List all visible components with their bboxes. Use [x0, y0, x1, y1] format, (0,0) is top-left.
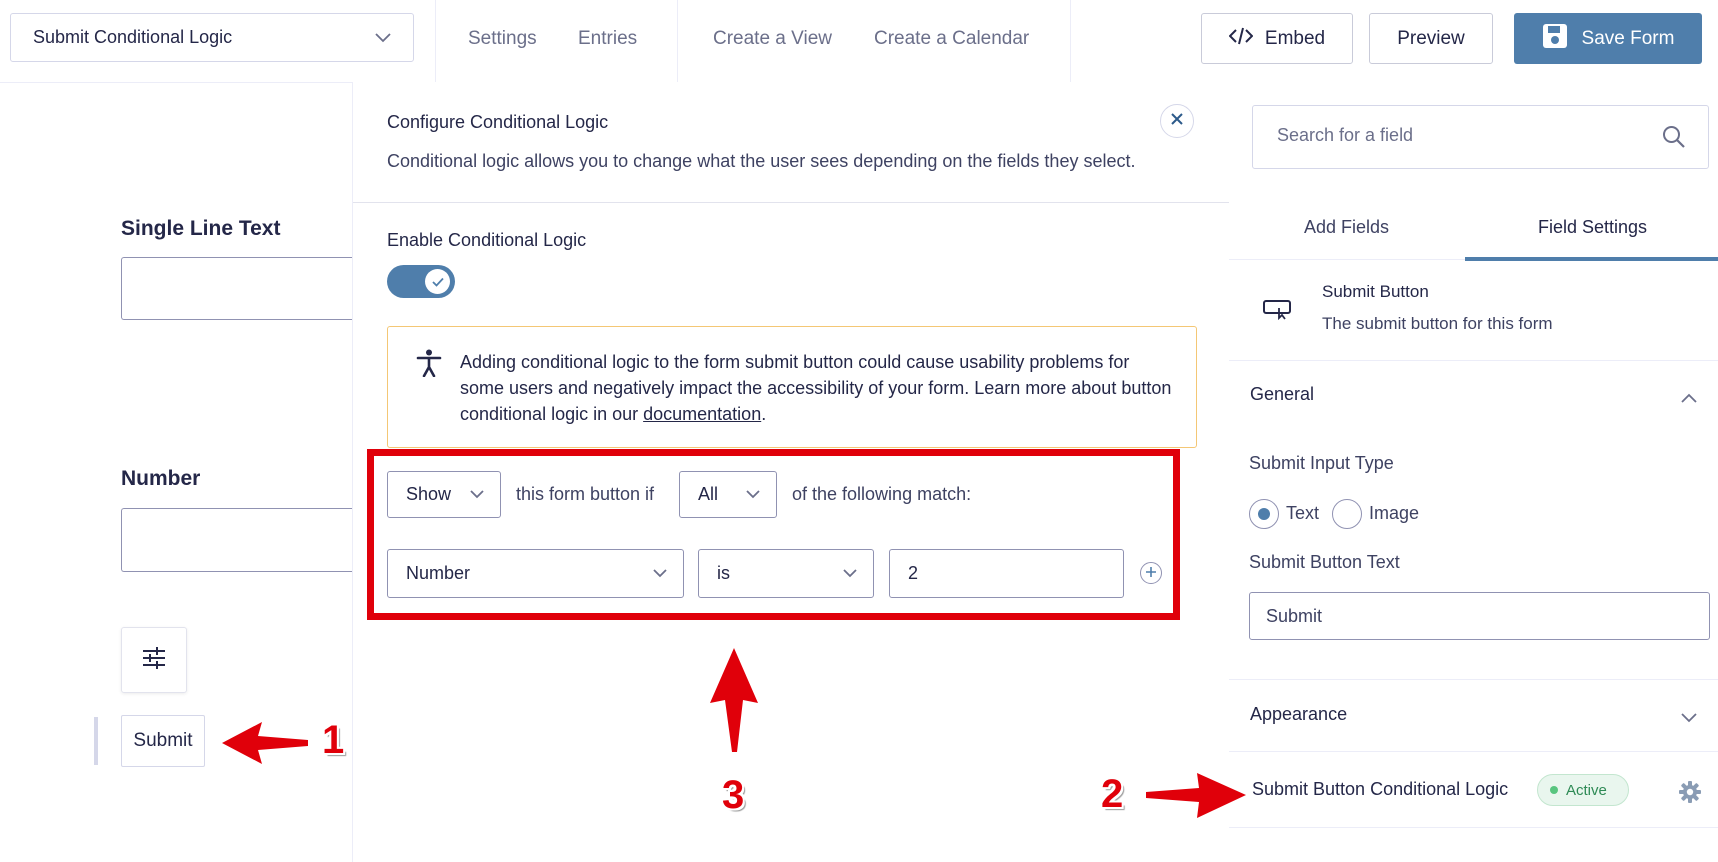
appearance-label: Appearance [1250, 704, 1348, 724]
number-input[interactable] [121, 508, 371, 572]
field-sidebar: Search for a field Add Fields Field Sett… [1229, 82, 1718, 862]
embed-button[interactable]: Embed [1201, 13, 1353, 64]
divider [677, 0, 678, 82]
divider [1229, 827, 1718, 828]
search-field[interactable]: Search for a field [1252, 105, 1709, 169]
radio-image[interactable] [1332, 499, 1362, 529]
enable-toggle[interactable] [387, 265, 455, 298]
search-icon [1662, 125, 1686, 154]
save-form-button[interactable]: Save Form [1514, 13, 1702, 64]
active-badge: Active [1537, 774, 1629, 806]
tab-add-fields[interactable]: Add Fields [1304, 217, 1389, 238]
chevron-up-icon [1681, 390, 1697, 408]
top-bar: Submit Conditional Logic Settings Entrie… [0, 0, 1718, 83]
close-icon [1171, 112, 1183, 130]
radio-dot [1258, 508, 1270, 520]
nav-create-calendar[interactable]: Create a Calendar [874, 28, 1029, 50]
input-type-label: Submit Input Type [1249, 453, 1394, 473]
form-selector[interactable]: Submit Conditional Logic [10, 13, 414, 62]
button-text-label: Submit Button Text [1249, 552, 1400, 572]
selection-indicator [94, 717, 98, 765]
single-line-text-input[interactable] [121, 257, 371, 320]
appearance-section-header[interactable]: Appearance [1229, 680, 1718, 749]
sliders-icon [141, 646, 167, 675]
panel-description: Conditional logic allows you to change w… [387, 151, 1136, 171]
submit-button-icon [1262, 298, 1292, 325]
enable-label: Enable Conditional Logic [387, 230, 587, 250]
annotation-number-2: 2 [1101, 772, 1124, 816]
radio-image-label: Image [1369, 503, 1420, 523]
radio-text[interactable] [1249, 499, 1279, 529]
divider [435, 0, 436, 82]
floppy-disk-icon [1542, 23, 1568, 55]
highlight-box [367, 449, 1180, 620]
warning-text: Adding conditional logic to the form sub… [460, 349, 1172, 427]
divider [1229, 751, 1718, 752]
code-icon [1228, 27, 1254, 51]
chevron-down-icon [375, 32, 391, 43]
accessibility-icon [416, 349, 442, 382]
tab-field-settings[interactable]: Field Settings [1538, 217, 1647, 238]
embed-label: Embed [1264, 27, 1326, 49]
radio-text-label: Text [1286, 503, 1320, 523]
warning-body: Adding conditional logic to the form sub… [460, 352, 1172, 424]
preview-label: Preview [1397, 27, 1465, 49]
annotation-number-3: 3 [722, 773, 745, 817]
chevron-down-icon [1681, 710, 1697, 728]
panel-title: Configure Conditional Logic [387, 112, 609, 132]
conditional-logic-label: Submit Button Conditional Logic [1252, 779, 1509, 799]
field-title: Submit Button [1322, 282, 1429, 301]
save-form-label: Save Form [1581, 27, 1675, 49]
accessibility-warning: Adding conditional logic to the form sub… [387, 326, 1197, 448]
nav-create-view[interactable]: Create a View [713, 28, 832, 50]
field-description: The submit button for this form [1322, 314, 1553, 333]
documentation-link[interactable]: documentation [643, 404, 761, 424]
panel-header: Configure Conditional Logic Conditional … [353, 82, 1230, 203]
preview-button[interactable]: Preview [1369, 13, 1493, 64]
annotation-arrow-1 [222, 722, 308, 764]
close-button[interactable] [1160, 104, 1194, 138]
nav-settings[interactable]: Settings [468, 28, 537, 50]
field-label-single-line: Single Line Text [121, 217, 281, 240]
annotation-number-1: 1 [322, 718, 345, 762]
divider [1070, 0, 1071, 82]
field-settings-button[interactable] [121, 627, 187, 693]
warning-end: . [761, 404, 767, 424]
check-icon [425, 269, 450, 294]
active-badge-label: Active [1566, 781, 1607, 799]
button-text-input[interactable]: Submit [1249, 592, 1710, 640]
status-dot [1550, 786, 1558, 794]
general-label: General [1250, 384, 1315, 404]
nav-entries[interactable]: Entries [578, 28, 637, 50]
general-section-header[interactable]: General [1229, 361, 1718, 429]
search-placeholder: Search for a field [1277, 125, 1414, 145]
gear-icon[interactable] [1679, 781, 1701, 808]
active-tab-indicator [1465, 257, 1718, 261]
form-selector-label: Submit Conditional Logic [33, 27, 233, 47]
submit-button[interactable]: Submit [121, 715, 205, 767]
field-label-number: Number [121, 467, 201, 490]
